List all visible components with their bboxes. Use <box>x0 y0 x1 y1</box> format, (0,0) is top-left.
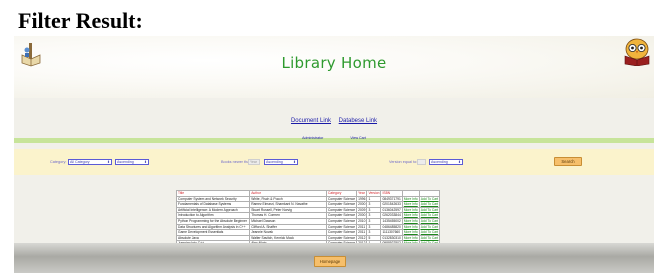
site-title: Library Home <box>281 54 387 72</box>
cell-isbn: 0201542633 <box>380 201 403 208</box>
cell-title: Data Structures and Algorithm Analysis i… <box>175 223 251 231</box>
cell-more-info-link[interactable]: More Info <box>401 212 420 219</box>
year-order-select[interactable]: Ascending ⬍ <box>264 159 298 165</box>
cell-more-info-link[interactable]: More Info <box>401 229 420 236</box>
chevron-down-icon: ⬍ <box>292 160 296 164</box>
main-nav: Document Link Databese Link <box>14 118 654 124</box>
cell-more-info-link[interactable]: More Info <box>401 201 420 208</box>
cell-more-info-link[interactable]: More Info <box>401 195 420 203</box>
document-link[interactable]: Document Link <box>291 118 331 124</box>
view-cart-link[interactable]: View Cart <box>350 136 366 140</box>
cell-year: 2000 <box>356 212 368 219</box>
subnav: Administrator View Cart <box>14 136 654 140</box>
cell-more-info-link[interactable]: More Info <box>401 218 420 225</box>
filter-bar: Category: All Category ⬍ Ascending ⬍ Books… <box>14 149 654 175</box>
category-select-value: All Category <box>70 160 90 164</box>
cell-category: Computer Science <box>325 206 358 214</box>
cell-year: 2010 <box>356 218 368 225</box>
owl-reading-icon <box>624 38 650 66</box>
cell-more-info-link[interactable]: More Info <box>401 223 420 231</box>
cell-title: Python Programming for the Absolute Begi… <box>175 218 251 225</box>
category-order-value: Ascending <box>117 160 134 164</box>
cell-category: Computer Science <box>325 234 358 242</box>
homepage-button[interactable]: Homepage <box>314 256 346 267</box>
category-select[interactable]: All Category ⬍ <box>68 159 112 165</box>
cell-isbn: 0136042597 <box>380 206 403 214</box>
cell-isbn: 0486485820 <box>380 223 403 231</box>
cell-isbn: 1435455002 <box>380 218 403 225</box>
cell-isbn: 0262033844 <box>380 212 403 219</box>
year-input[interactable]: Year <box>248 159 260 165</box>
version-order-select[interactable]: Ascending ⬍ <box>429 159 463 165</box>
cell-year: 1996 <box>356 195 368 203</box>
category-label: Category: <box>50 160 67 164</box>
database-link[interactable]: Databese Link <box>339 118 377 124</box>
cell-category: Computer Science <box>325 223 358 231</box>
chevron-down-icon: ⬍ <box>106 160 110 164</box>
site-header: Library Home <box>14 36 654 98</box>
search-button[interactable]: Search <box>554 157 582 166</box>
column-header-version: Version <box>366 190 382 197</box>
cell-add-to-cart-link[interactable]: Add To Cart <box>418 206 441 214</box>
cell-category: Computer Science <box>325 195 358 203</box>
cell-category: Computer Science <box>325 201 358 208</box>
cell-add-to-cart-link[interactable]: Add To Cart <box>418 218 441 225</box>
library-page-frame: Library Home Document Link Databese Link… <box>14 36 654 273</box>
version-order-value: Ascending <box>431 160 448 164</box>
cell-add-to-cart-link[interactable]: Add To Cart <box>418 201 441 208</box>
cell-add-to-cart-link[interactable]: Add To Cart <box>418 195 441 203</box>
cell-add-to-cart-link[interactable]: Add To Cart <box>418 223 441 231</box>
cell-isbn: 0132830310 <box>380 234 403 242</box>
version-input[interactable] <box>417 159 426 165</box>
administrator-link[interactable]: Administrator <box>302 136 323 140</box>
cell-year: 2009 <box>356 206 368 214</box>
chevron-down-icon: ⬍ <box>143 160 147 164</box>
cell-category: Computer Science <box>325 212 358 219</box>
chevron-down-icon: ⬍ <box>457 160 461 164</box>
cell-isbn: 0849371791 <box>380 195 403 203</box>
cell-category: Computer Science <box>325 229 358 236</box>
cell-year: 2012 <box>356 234 368 242</box>
year-order-value: Ascending <box>266 160 283 164</box>
cell-more-info-link[interactable]: More Info <box>401 234 420 242</box>
cell-isbn: 1111307660 <box>380 229 403 236</box>
cell-year: 2000 <box>356 201 368 208</box>
page-heading: Filter Result: <box>18 8 143 33</box>
cell-more-info-link[interactable]: More Info <box>401 206 420 214</box>
cell-add-to-cart-link[interactable]: Add To Cart <box>418 212 441 219</box>
cell-add-to-cart-link[interactable]: Add To Cart <box>418 234 441 242</box>
cell-category: Computer Science <box>325 218 358 225</box>
version-label: Version equal to: <box>389 160 418 164</box>
category-order-select[interactable]: Ascending ⬍ <box>115 159 149 165</box>
cell-add-to-cart-link[interactable]: Add To Cart <box>418 229 441 236</box>
